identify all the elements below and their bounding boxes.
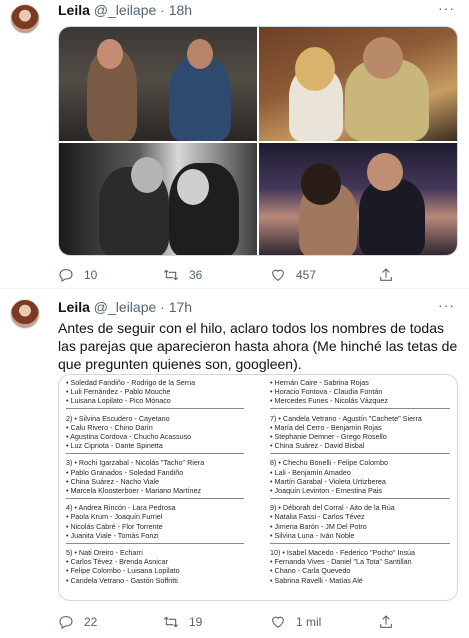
avatar[interactable]: [10, 299, 40, 329]
list-item: • Carlos Tévez - Brenda Asnicar: [66, 557, 168, 567]
retweet-button[interactable]: 19: [163, 614, 202, 630]
list-item: • Silvina Luna - Iván Noble: [270, 530, 355, 540]
group-divider: [270, 542, 450, 544]
reply-button[interactable]: 10: [58, 267, 97, 283]
tweet-1: Leila @_leilape · 18h ··· 10 36 457: [0, 0, 469, 288]
list-item: • Horacio Fontova - Claudia Fontán: [270, 387, 383, 397]
list-item: • Natalia Fassi - Carlos Tévez: [270, 512, 365, 522]
author-handle[interactable]: @_leilape: [94, 299, 156, 315]
group-divider: [270, 452, 450, 454]
share-icon: [380, 268, 392, 281]
heart-icon: [272, 269, 284, 281]
photo-couple-1[interactable]: [59, 27, 257, 141]
timestamp[interactable]: 18h: [169, 2, 192, 18]
list-item: • Luz Cipriota - Dante Spinetta: [66, 441, 163, 451]
photo-couple-2[interactable]: [259, 27, 457, 141]
list-item: • Agustina Cordova - Chucho Acassuso: [66, 432, 192, 441]
list-item: • Jimena Barón - JM Del Potro: [270, 521, 367, 531]
list-item: • China Suárez - Nacho Viale: [66, 476, 160, 486]
list-item: • Chano - Carla Quevedo: [270, 566, 351, 576]
reply-icon: [59, 616, 73, 629]
list-item: 3) • Rochi Igarzabal - Nicolás "Tacho" R…: [66, 458, 205, 468]
group-divider: [66, 452, 244, 454]
tweet-text: Antes de seguir con el hilo, aclaro todo…: [58, 320, 458, 372]
avatar[interactable]: [10, 4, 40, 34]
list-item: • Nicolás Cabré - Flor Torrente: [66, 521, 163, 531]
like-button[interactable]: 1 mil: [270, 614, 321, 630]
list-item: • Fernanda Vives - Daniel "La Tota" Sant…: [270, 557, 412, 567]
list-item: • Hernán Caire - Sabrina Rojas: [270, 378, 369, 387]
reply-count: 10: [84, 268, 98, 282]
retweet-icon: [163, 269, 179, 281]
list-item: 9) • Déborah del Corral - Aito de la Rúa: [270, 503, 395, 513]
group-divider: [66, 542, 244, 544]
tweet-2: Leila @_leilape · 17h ··· Antes de segui…: [0, 289, 469, 638]
list-item: • China Suárez - David Bisbal: [270, 441, 365, 451]
photo-grid: [58, 26, 458, 256]
photo-couple-3[interactable]: [59, 143, 257, 255]
share-button[interactable]: [378, 614, 404, 630]
list-item: • Mercedes Funes - Nicolás Vázquez: [270, 396, 388, 406]
like-count: 457: [296, 268, 317, 282]
separator: ·: [160, 2, 165, 18]
reply-count: 22: [84, 615, 98, 629]
reply-icon: [59, 269, 73, 282]
share-icon: [380, 615, 392, 628]
list-item: • Luli Fernández - Pablo Mouche: [66, 387, 171, 397]
list-item: • Lali - Benjamín Amadeo: [270, 467, 351, 477]
retweet-count: 19: [189, 615, 203, 629]
group-divider: [270, 408, 450, 410]
couples-list-image[interactable]: • Soledad Fandiño - Rodrigo de la Serna •…: [58, 374, 458, 601]
list-item: • Sabrina Ravelli - Matías Alé: [270, 575, 363, 585]
list-item: • Joaquín Levinton - Ernestina Pais: [270, 486, 382, 495]
list-item: • Calu Rivero - Chino Darín: [66, 422, 153, 432]
list-item: 4) • Andrea Rincón - Lara Pedrosa: [66, 503, 176, 513]
list-item: • Paola Krum - Joaquín Furriel: [66, 512, 163, 522]
heart-icon: [272, 616, 284, 628]
list-item: 5) • Nati Oreiro - Echarri: [66, 548, 143, 557]
group-divider: [66, 408, 244, 410]
list-item: 10) • Isabel Macedo - Federico "Pocho" I…: [270, 548, 416, 557]
list-item: • Pablo Granados - Soledad Fandiño: [66, 467, 184, 477]
like-count: 1 mil: [296, 615, 322, 629]
tweet-header: Leila @_leilape · 17h: [58, 299, 192, 315]
list-item: • Marcela Kloosterboer - Mariano Martíne…: [66, 486, 202, 495]
list-item: • Stephanie Demner - Grego Rosello: [270, 432, 387, 441]
separator: ·: [160, 299, 165, 315]
list-item: • Juanita Viale - Tomás Fonzi: [66, 530, 159, 540]
list-item: • María del Cerro - Benjamín Rojas: [270, 422, 382, 432]
like-button[interactable]: 457: [270, 267, 316, 283]
retweet-icon: [163, 616, 179, 628]
tweet-header: Leila @_leilape · 18h: [58, 2, 192, 18]
group-divider: [66, 497, 244, 499]
photo-couple-4[interactable]: [259, 143, 457, 255]
reply-button[interactable]: 22: [58, 614, 97, 630]
timestamp[interactable]: 17h: [169, 299, 192, 315]
share-button[interactable]: [378, 267, 404, 283]
author-name[interactable]: Leila: [58, 2, 90, 18]
list-item: 2) • Silvina Escudero - Cayetano: [66, 413, 170, 423]
list-item: • Soledad Fandiño - Rodrigo de la Serna: [66, 378, 196, 387]
author-handle[interactable]: @_leilape: [94, 2, 156, 18]
retweet-count: 36: [189, 268, 203, 282]
list-item: 8) • Chechu Bonelli - Felipe Colombo: [270, 458, 388, 468]
list-item: 7) • Candela Vetrano - Agustín "Cachete"…: [270, 413, 422, 423]
more-options-icon[interactable]: ···: [438, 297, 455, 313]
group-divider: [270, 497, 450, 499]
list-item: • Luisana Lopilato - Pico Mónaco: [66, 396, 171, 406]
list-item: • Felipe Colombo - Luisana Lopilato: [66, 566, 180, 576]
retweet-button[interactable]: 36: [163, 267, 202, 283]
list-item: • Martín Garabal - Violeta Urtizberea: [270, 476, 386, 486]
author-name[interactable]: Leila: [58, 299, 90, 315]
list-item: • Candela Vetrano - Gastón Soffritti: [66, 575, 178, 585]
more-options-icon[interactable]: ···: [438, 0, 455, 16]
